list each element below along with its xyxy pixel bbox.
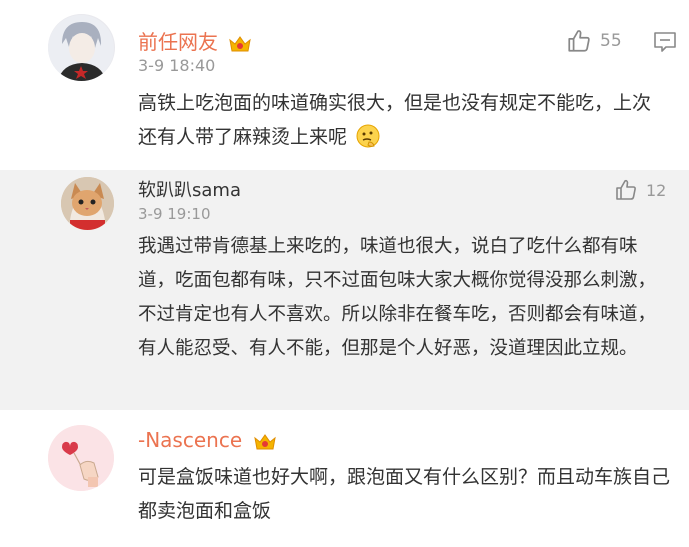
thumbs-up-icon (568, 30, 590, 52)
thinking-emoji (356, 124, 380, 148)
reply-icon[interactable] (653, 31, 677, 53)
comment-item: -Nascence 可是盒饭味道也好大啊，跟泡面又有什么区别？而且动车族自己都卖… (0, 410, 689, 547)
avatar[interactable] (48, 14, 115, 81)
vip-crown-icon (253, 433, 276, 449)
like-button[interactable]: 12 (614, 178, 666, 202)
like-count: 55 (600, 31, 622, 51)
comment-text: 可是盒饭味道也好大啊，跟泡面又有什么区别？而且动车族自己都卖泡面和盒饭 (138, 466, 671, 522)
username[interactable]: -Nascence (138, 428, 242, 452)
like-button[interactable]: 55 (566, 28, 622, 54)
comment-time: 3-9 19:10 (138, 205, 211, 223)
comment-item: 前任网友 3-9 18:40 55 高铁上吃泡面的味道确实很大，但是也没有规定不… (0, 0, 689, 170)
comment-item: 软趴趴sama 3-9 19:10 12 我遇过带肯德基上来吃的，味道也很大，说… (0, 170, 689, 410)
comment-text: 我遇过带肯德基上来吃的，味道也很大，说白了吃什么都有味道，吃面包都有味，只不过面… (138, 236, 657, 359)
comment-text: 高铁上吃泡面的味道确实很大，但是也没有规定不能吃，上次还有人带了麻辣烫上来呢 (138, 92, 652, 148)
avatar[interactable] (48, 425, 114, 491)
username[interactable]: 软趴趴sama (138, 176, 241, 202)
comment-time: 3-9 18:40 (138, 56, 216, 75)
vip-crown-icon (229, 35, 252, 51)
username[interactable]: 前任网友 (138, 30, 218, 54)
like-count: 12 (646, 180, 667, 200)
avatar[interactable] (61, 177, 114, 230)
thumbs-up-icon (616, 179, 636, 200)
